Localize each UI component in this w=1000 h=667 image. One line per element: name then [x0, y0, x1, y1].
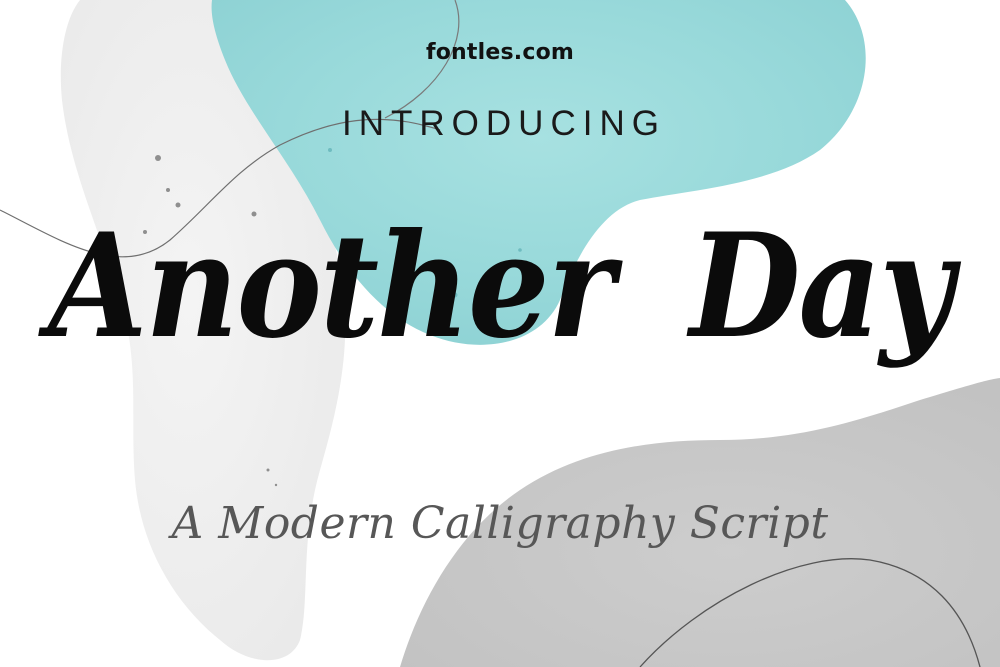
site-url: fontles.com: [425, 40, 575, 65]
font-subtitle: A Modern Calligraphy Script: [171, 498, 829, 549]
font-title: Another Day: [48, 202, 954, 371]
poster-canvas: fontles.com INTRODUCING Another Day A Mo…: [0, 0, 1000, 667]
intro-heading: INTRODUCING: [342, 104, 666, 143]
